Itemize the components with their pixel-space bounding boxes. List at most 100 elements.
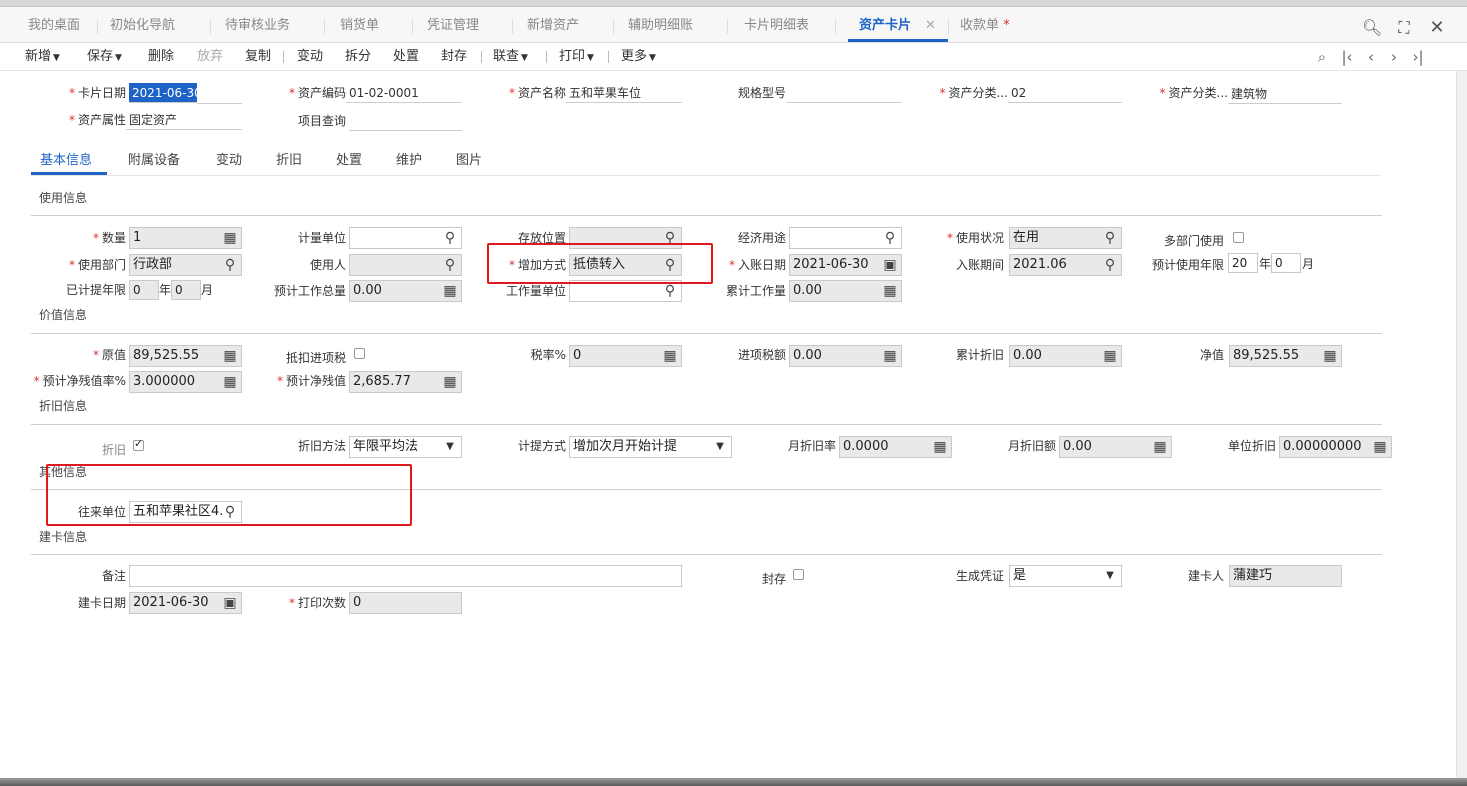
prev-record-icon[interactable]: ‹ xyxy=(1363,49,1379,65)
tab-init-nav[interactable]: 初始化导航 xyxy=(110,15,175,37)
tab-receipt[interactable]: 收款单 * xyxy=(960,15,1010,37)
search-icon[interactable]: ⚲ xyxy=(1102,256,1118,274)
more-button[interactable]: 更多 ▼ xyxy=(621,48,656,66)
asset-attr-value[interactable]: 固定资产 xyxy=(126,110,242,130)
residual-rate-input[interactable]: 3.000000 ▦ xyxy=(129,371,242,393)
card-create-date-input[interactable]: 2021-06-30 ▣ xyxy=(129,592,242,614)
split-button[interactable]: 拆分 xyxy=(345,48,371,66)
voucher-select[interactable]: 是 ▼ xyxy=(1009,565,1122,587)
fullscreen-icon[interactable]: ⛶ xyxy=(1394,18,1414,38)
tax-rate-input[interactable]: 0 ▦ xyxy=(569,345,682,367)
calculator-icon[interactable]: ▦ xyxy=(882,282,898,300)
tab-asset-card[interactable]: 资产卡片 xyxy=(859,15,911,37)
net-value-input[interactable]: 89,525.55 ▦ xyxy=(1229,345,1342,367)
tab-close-icon[interactable]: ✕ xyxy=(925,15,936,37)
cum-work-input[interactable]: 0.00 ▦ xyxy=(789,280,902,302)
tab-sales-order[interactable]: 销货单 xyxy=(340,15,379,37)
search-icon[interactable]: ⚲ xyxy=(222,256,238,274)
next-record-icon[interactable]: › xyxy=(1386,49,1402,65)
subtab-disposal[interactable]: 处置 xyxy=(336,151,362,171)
subtab-attached-equipment[interactable]: 附属设备 xyxy=(128,151,180,171)
calculator-icon[interactable]: ▦ xyxy=(222,347,238,365)
tab-card-detail[interactable]: 卡片明细表 xyxy=(744,15,809,37)
month-dep-amount-input[interactable]: 0.00 ▦ xyxy=(1059,436,1172,458)
accrued-months-input[interactable]: 0 xyxy=(171,280,201,300)
vertical-scrollbar[interactable] xyxy=(1456,71,1467,780)
locate-icon[interactable]: ⌕ xyxy=(1314,49,1330,65)
asset-name-value[interactable]: 五和苹果车位 xyxy=(566,83,682,103)
tab-pending-review[interactable]: 待审核业务 xyxy=(225,15,290,37)
calculator-icon[interactable]: ▦ xyxy=(1102,347,1118,365)
add-button[interactable]: 新增 ▼ xyxy=(25,48,60,66)
search-icon[interactable]: ⚲ xyxy=(882,229,898,247)
depreciation-checkbox[interactable] xyxy=(133,437,144,451)
calendar-icon[interactable]: ▣ xyxy=(222,594,238,612)
search-icon[interactable]: ⚲ xyxy=(662,282,678,300)
calculator-icon[interactable]: ▦ xyxy=(222,373,238,391)
calculator-icon[interactable]: ▦ xyxy=(222,229,238,247)
asset-code-value[interactable]: 01-02-0001 xyxy=(346,83,462,103)
status-input[interactable]: 在用 ⚲ xyxy=(1009,227,1122,249)
save-button[interactable]: 保存 ▼ xyxy=(87,48,122,66)
user-input[interactable]: ⚲ xyxy=(349,254,462,276)
accrued-years-input[interactable]: 0 xyxy=(129,280,159,300)
calculator-icon[interactable]: ▦ xyxy=(882,347,898,365)
calendar-icon[interactable]: ▣ xyxy=(882,256,898,274)
subtab-change[interactable]: 变动 xyxy=(216,151,242,171)
search-icon[interactable]: ⚲ xyxy=(1102,229,1118,247)
multi-dept-checkbox[interactable] xyxy=(1233,232,1244,243)
input-tax-input[interactable]: 0.00 ▦ xyxy=(789,345,902,367)
asset-category-name-value[interactable]: 建筑物 xyxy=(1228,84,1342,104)
total-work-input[interactable]: 0.00 ▦ xyxy=(349,280,462,302)
seal-checkbox[interactable] xyxy=(793,569,804,580)
close-icon[interactable]: ✕ xyxy=(1427,18,1447,38)
deduct-tax-checkbox[interactable] xyxy=(354,348,365,359)
accrual-method-select[interactable]: 增加次月开始计提 ▼ xyxy=(569,436,732,458)
first-record-icon[interactable]: |‹ xyxy=(1339,49,1355,65)
search-icon[interactable]: ⚲ xyxy=(442,229,458,247)
residual-value-input[interactable]: 2,685.77 ▦ xyxy=(349,371,462,393)
month-dep-rate-input[interactable]: 0.0000 ▦ xyxy=(839,436,952,458)
last-record-icon[interactable]: ›| xyxy=(1410,49,1426,65)
calculator-icon[interactable]: ▦ xyxy=(932,438,948,456)
entry-date-input[interactable]: 2021-06-30 ▣ xyxy=(789,254,902,276)
tab-voucher-mgmt[interactable]: 凭证管理 xyxy=(427,15,479,37)
subtab-maintenance[interactable]: 维护 xyxy=(396,151,422,171)
dep-method-select[interactable]: 年限平均法 ▼ xyxy=(349,436,462,458)
calculator-icon[interactable]: ▦ xyxy=(1372,438,1388,456)
subtab-depreciation[interactable]: 折旧 xyxy=(276,151,302,171)
original-value-input[interactable]: 89,525.55 ▦ xyxy=(129,345,242,367)
calculator-icon[interactable]: ▦ xyxy=(442,373,458,391)
copy-button[interactable]: 复制 xyxy=(245,48,271,66)
unit-dep-input[interactable]: 0.00000000 ▦ xyxy=(1279,436,1392,458)
remark-input[interactable] xyxy=(129,565,682,587)
subtab-basic-info[interactable]: 基本信息 xyxy=(40,151,92,171)
entry-period-input[interactable]: 2021.06 ⚲ xyxy=(1009,254,1122,276)
quantity-input[interactable]: 1 ▦ xyxy=(129,227,242,249)
asset-category-code-value[interactable]: 02 xyxy=(1008,83,1122,103)
creator-input[interactable]: 蒲建巧 xyxy=(1229,565,1342,587)
dept-input[interactable]: 行政部 ⚲ xyxy=(129,254,242,276)
tab-my-desktop[interactable]: 我的桌面 xyxy=(28,15,80,37)
print-button[interactable]: 打印 ▼ xyxy=(559,48,594,66)
calculator-icon[interactable]: ▦ xyxy=(1322,347,1338,365)
expected-years-input[interactable]: 20 xyxy=(1228,253,1258,273)
calculator-icon[interactable]: ▦ xyxy=(662,347,678,365)
unit-input[interactable]: ⚲ xyxy=(349,227,462,249)
print-count-input[interactable]: 0 xyxy=(349,592,462,614)
search-icon[interactable]: ⚲ xyxy=(442,256,458,274)
subtab-images[interactable]: 图片 xyxy=(456,151,482,171)
tab-aux-ledger[interactable]: 辅助明细账 xyxy=(628,15,693,37)
cum-depreciation-input[interactable]: 0.00 ▦ xyxy=(1009,345,1122,367)
purpose-input[interactable]: ⚲ xyxy=(789,227,902,249)
card-date-value[interactable]: 2021-06-30 xyxy=(129,83,197,103)
seal-button[interactable]: 封存 xyxy=(441,48,467,66)
tab-new-asset[interactable]: 新增资产 xyxy=(527,15,579,37)
change-button[interactable]: 变动 xyxy=(297,48,323,66)
project-query-value[interactable] xyxy=(349,111,462,131)
discard-button[interactable]: 放弃 xyxy=(197,48,223,66)
spec-value[interactable] xyxy=(786,83,902,103)
calculator-icon[interactable]: ▦ xyxy=(442,282,458,300)
linked-query-button[interactable]: 联查 ▼ xyxy=(493,48,528,66)
delete-button[interactable]: 删除 xyxy=(148,48,174,66)
